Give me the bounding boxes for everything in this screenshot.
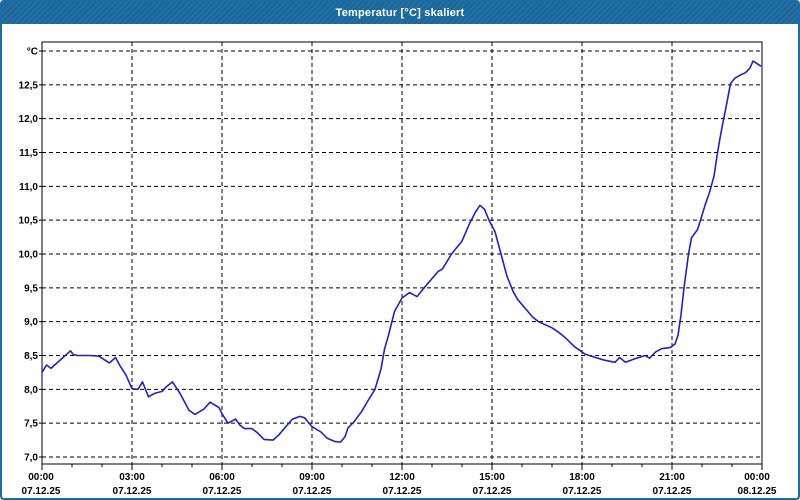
svg-text:10,5: 10,5 xyxy=(19,216,39,227)
svg-text:9,5: 9,5 xyxy=(24,283,38,294)
svg-text:9,0: 9,0 xyxy=(24,317,38,328)
svg-text:07.12.25: 07.12.25 xyxy=(22,486,61,497)
chart-window: Temperatur [°C] skaliert °C 12,5 12,0 11,5 1… xyxy=(0,0,800,500)
svg-text:07.12.25: 07.12.25 xyxy=(473,486,512,497)
svg-text:09:00: 09:00 xyxy=(299,472,325,483)
svg-text:18:00: 18:00 xyxy=(569,472,595,483)
svg-text:08.12.25: 08.12.25 xyxy=(738,486,777,497)
svg-text:07.12.25: 07.12.25 xyxy=(653,486,692,497)
svg-text:12:00: 12:00 xyxy=(389,472,415,483)
svg-text:8,5: 8,5 xyxy=(24,351,38,362)
svg-text:10,0: 10,0 xyxy=(19,250,39,261)
svg-text:07.12.25: 07.12.25 xyxy=(383,486,422,497)
svg-text:06:00: 06:00 xyxy=(209,472,235,483)
svg-text:07.12.25: 07.12.25 xyxy=(113,486,152,497)
svg-text:00:00: 00:00 xyxy=(28,472,54,483)
gridlines xyxy=(42,42,762,464)
svg-text:15:00: 15:00 xyxy=(479,472,505,483)
svg-text:07.12.25: 07.12.25 xyxy=(203,486,242,497)
svg-text:12,0: 12,0 xyxy=(19,114,39,125)
svg-text:07.12.25: 07.12.25 xyxy=(563,486,602,497)
svg-text:8,0: 8,0 xyxy=(24,385,38,396)
svg-text:11,0: 11,0 xyxy=(19,182,38,193)
svg-text:21:00: 21:00 xyxy=(659,472,685,483)
svg-text:7,5: 7,5 xyxy=(24,419,38,430)
chart-canvas: °C 12,5 12,0 11,5 11,0 10,5 10,0 9,5 9,0 8,5 8,0 7,… xyxy=(19,41,777,497)
svg-text:07.12.25: 07.12.25 xyxy=(293,486,332,497)
x-axis-labels: 00:00 07.12.25 03:00 07.12.25 06:00 07.12.25 0… xyxy=(22,472,777,497)
svg-text:00:00: 00:00 xyxy=(744,472,770,483)
axis-ticks xyxy=(39,50,763,470)
svg-text:12,5: 12,5 xyxy=(19,80,39,91)
svg-text:03:00: 03:00 xyxy=(119,472,145,483)
svg-text:°C: °C xyxy=(27,47,38,58)
svg-text:7,0: 7,0 xyxy=(24,453,38,464)
y-axis-labels: °C 12,5 12,0 11,5 11,0 10,5 10,0 9,5 9,0 8,5 8,0 7,… xyxy=(19,47,39,464)
svg-text:11,5: 11,5 xyxy=(19,148,38,159)
